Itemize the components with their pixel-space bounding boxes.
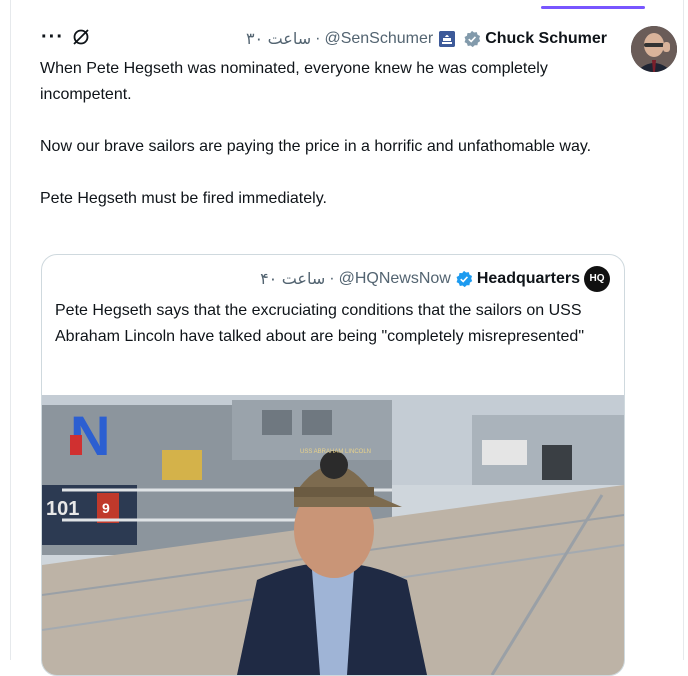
video-frame: 101 9 USS ABRAHAM LINCOLN N: [42, 395, 624, 675]
quoted-post-time[interactable]: ۴۰ ساعت: [260, 269, 325, 289]
quoted-author-handle[interactable]: @HQNewsNow: [339, 270, 451, 288]
verified-badge-icon: [456, 270, 473, 288]
post-header: ۳۰ ساعت · @SenSchumer Chuck Schumer: [246, 28, 607, 50]
quoted-post-separator: ·: [329, 270, 335, 287]
quoted-post-header: ۴۰ ساعت · @HQNewsNow Headquarters HQ: [260, 266, 610, 292]
author-name[interactable]: Chuck Schumer: [485, 30, 607, 48]
post-separator: ·: [315, 30, 321, 47]
quoted-author-name[interactable]: Headquarters: [477, 270, 580, 288]
hull-number: 101: [46, 498, 79, 520]
quoted-author-avatar[interactable]: HQ: [584, 266, 610, 292]
hull-digit: 9: [102, 500, 110, 516]
avatar[interactable]: [631, 26, 677, 72]
cap-embroidery: USS ABRAHAM LINCOLN: [300, 449, 371, 455]
post-paragraph: Now our brave sailors are paying the pri…: [40, 138, 592, 155]
quoted-post-text: Pete Hegseth says that the excruciating …: [55, 302, 584, 345]
post-body: When Pete Hegseth was nominated, everyon…: [40, 56, 630, 238]
more-options-icon[interactable]: ···: [41, 26, 64, 49]
avatar-image: [631, 26, 677, 72]
post-paragraph: Pete Hegseth must be fired immediately.: [40, 190, 327, 207]
author-handle[interactable]: @SenSchumer: [324, 30, 433, 48]
post-time[interactable]: ۳۰ ساعت: [246, 29, 311, 49]
post-card: ۳۰ ساعت · @SenSchumer Chuck Schumer ··· …: [10, 0, 684, 676]
quoted-post-video[interactable]: 101 9 USS ABRAHAM LINCOLN N: [42, 395, 624, 675]
verified-badge-icon: [464, 30, 481, 48]
grok-icon[interactable]: [71, 27, 91, 47]
post-paragraph: When Pete Hegseth was nominated, everyon…: [40, 60, 548, 103]
selected-tab-indicator: [541, 6, 645, 9]
quoted-post[interactable]: ۴۰ ساعت · @HQNewsNow Headquarters HQ Pet…: [41, 254, 625, 676]
government-badge-icon: [439, 31, 456, 47]
